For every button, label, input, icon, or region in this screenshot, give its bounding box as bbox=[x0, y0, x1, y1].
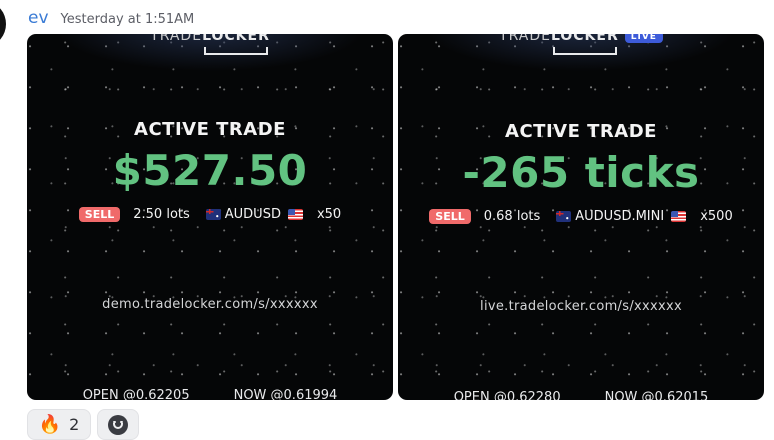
message-timestamp: Yesterday at 1:51AM bbox=[60, 12, 195, 27]
australia-flag-icon bbox=[205, 209, 221, 220]
price-row: OPEN @0.62280 NOW @0.62015 bbox=[398, 390, 764, 400]
symbol: AUDUSD bbox=[224, 207, 281, 222]
price-row: OPEN @0.62205 NOW @0.61994 bbox=[27, 388, 393, 400]
trade-card-demo[interactable]: TRADE LOCKER ACTIVE TRADE $527.50 SELL 2… bbox=[27, 34, 393, 400]
trade-info-row: SELL 0.68 lots AUDUSD.MINI x500 bbox=[398, 209, 764, 224]
trade-info-row: SELL 2.50 lots AUDUSD x50 bbox=[27, 207, 393, 222]
share-url: live.tradelocker.com/s/xxxxxx bbox=[480, 299, 682, 314]
fire-icon: 🔥 bbox=[38, 414, 62, 435]
reactions-bar: 🔥 2 bbox=[27, 409, 139, 440]
fire-reaction-button[interactable]: 🔥 2 bbox=[27, 409, 91, 440]
user-avatar[interactable] bbox=[0, 3, 6, 45]
us-flag-icon bbox=[287, 209, 303, 220]
sell-badge: SELL bbox=[78, 207, 121, 222]
live-badge: LIVE bbox=[624, 34, 663, 43]
tradelocker-logo: TRADE LOCKER bbox=[27, 34, 393, 55]
open-price: OPEN @0.62280 bbox=[453, 390, 561, 400]
australia-flag-icon bbox=[556, 211, 572, 222]
trade-value: $527.50 bbox=[112, 146, 308, 195]
symbol: AUDUSD.MINI bbox=[575, 209, 665, 224]
sell-badge: SELL bbox=[429, 209, 471, 224]
leverage-multiplier: x50 bbox=[316, 207, 342, 222]
lot-size: 0.68 lots bbox=[483, 209, 541, 224]
current-price: NOW @0.61994 bbox=[233, 388, 338, 400]
add-reaction-button[interactable] bbox=[97, 409, 139, 440]
message-header: ev Yesterday at 1:51AM bbox=[28, 8, 194, 28]
leverage-multiplier: x500 bbox=[700, 209, 733, 224]
lot-size: 2.50 lots bbox=[133, 207, 190, 222]
card-title: ACTIVE TRADE bbox=[505, 121, 657, 142]
trade-value: -265 ticks bbox=[462, 148, 700, 197]
trade-card-live[interactable]: TRADE LOCKER LIVE ACTIVE TRADE -265 tick… bbox=[398, 34, 764, 400]
add-reaction-icon bbox=[108, 414, 128, 435]
reaction-count: 2 bbox=[69, 415, 80, 434]
current-price: NOW @0.62015 bbox=[604, 390, 709, 400]
username[interactable]: ev bbox=[28, 8, 49, 28]
card-title: ACTIVE TRADE bbox=[134, 119, 286, 140]
tradelocker-logo: TRADE LOCKER LIVE bbox=[398, 34, 764, 55]
open-price: OPEN @0.62205 bbox=[82, 388, 190, 400]
share-url: demo.tradelocker.com/s/xxxxxx bbox=[102, 297, 318, 312]
us-flag-icon bbox=[671, 211, 687, 222]
